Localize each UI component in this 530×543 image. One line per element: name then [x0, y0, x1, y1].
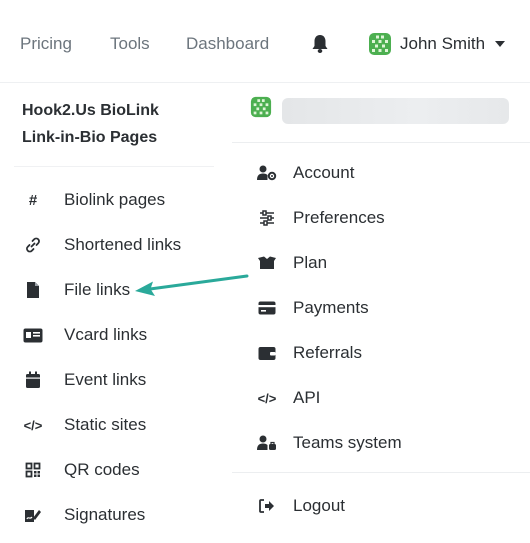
credit-card-icon: [256, 297, 278, 319]
bell-icon[interactable]: [311, 34, 329, 54]
sidebar-item-static-sites[interactable]: </> Static sites: [22, 412, 147, 438]
link-icon: [22, 234, 44, 256]
menu-item-label: Plan: [293, 253, 328, 272]
sidebar-item-vcard-links[interactable]: Vcard links: [22, 322, 147, 348]
sign-out-icon: [256, 495, 278, 517]
sidebar-item-label: Static sites: [64, 415, 147, 434]
menu-item-teams-system[interactable]: Teams system: [256, 430, 402, 456]
menu-item-label: Teams system: [293, 433, 402, 452]
top-navbar: Pricing Tools Dashboard John Smith: [0, 0, 530, 82]
menu-item-label: API: [293, 388, 321, 407]
code-icon: </>: [257, 390, 277, 406]
sidebar-item-label: Event links: [64, 370, 147, 389]
caret-down-icon: [495, 41, 506, 47]
avatar-grid-icon: [250, 96, 272, 118]
menu-item-plan[interactable]: Plan: [256, 250, 327, 276]
sidebar-item-label: QR codes: [64, 460, 140, 479]
sidebar-item-event-links[interactable]: Event links: [22, 367, 146, 393]
sidebar-item-label: File links: [64, 280, 131, 299]
sidebar-item-shortened-links[interactable]: Shortened links: [22, 232, 181, 258]
menu-item-account[interactable]: Account: [256, 160, 354, 186]
sidebar-item-biolink-pages[interactable]: # Biolink pages: [22, 187, 165, 213]
id-card-icon: [22, 324, 44, 346]
user-name: John Smith: [400, 34, 486, 53]
wallet-icon: [256, 342, 278, 364]
signature-icon: [22, 504, 44, 526]
brand-line-1: Hook2.Us BioLink: [22, 102, 159, 119]
menu-item-label: Preferences: [293, 208, 385, 227]
sliders-icon: [256, 207, 278, 229]
nav-link-tools[interactable]: Tools: [110, 34, 150, 54]
sidebar-item-qr-codes[interactable]: QR codes: [22, 457, 140, 483]
sidebar-item-label: Vcard links: [64, 325, 148, 344]
menu-item-referrals[interactable]: Referrals: [256, 340, 362, 366]
brand-line-2: Link-in-Bio Pages: [22, 129, 158, 146]
dropdown-divider: [232, 472, 530, 473]
menu-item-payments[interactable]: Payments: [256, 295, 369, 321]
box-icon: [256, 252, 278, 274]
menu-item-preferences[interactable]: Preferences: [256, 205, 385, 231]
hash-icon: #: [28, 191, 38, 209]
sidebar-item-label: Shortened links: [64, 235, 182, 254]
menu-item-logout[interactable]: Logout: [256, 493, 345, 519]
sidebar-divider: [14, 166, 214, 167]
qr-code-icon: [22, 459, 44, 481]
sidebar-item-file-links[interactable]: File links: [22, 277, 130, 303]
brand-title[interactable]: Hook2.Us BioLink Link-in-Bio Pages: [22, 97, 212, 151]
sidebar-item-label: Signatures: [64, 505, 146, 524]
file-icon: [22, 279, 44, 301]
menu-item-api[interactable]: </> API: [256, 385, 321, 411]
user-tie-icon: [256, 432, 278, 454]
nav-link-pricing[interactable]: Pricing: [20, 34, 72, 54]
menu-item-label: Logout: [293, 496, 345, 515]
sidebar-item-label: Biolink pages: [64, 190, 166, 209]
user-menu-toggle[interactable]: John Smith: [368, 31, 506, 57]
redacted-email: [282, 98, 509, 124]
user-dropdown-menu: Account Preferences Plan Payments Referr…: [232, 83, 530, 543]
calendar-icon: [22, 369, 44, 391]
dropdown-divider: [232, 142, 530, 143]
code-icon: </>: [23, 417, 43, 433]
sidebar-item-signatures[interactable]: Signatures: [22, 502, 145, 528]
menu-item-label: Account: [293, 163, 355, 182]
avatar-grid-icon: [369, 33, 391, 55]
menu-item-label: Referrals: [293, 343, 362, 362]
nav-link-dashboard[interactable]: Dashboard: [186, 34, 269, 54]
user-cog-icon: [256, 162, 278, 184]
menu-item-label: Payments: [293, 298, 369, 317]
